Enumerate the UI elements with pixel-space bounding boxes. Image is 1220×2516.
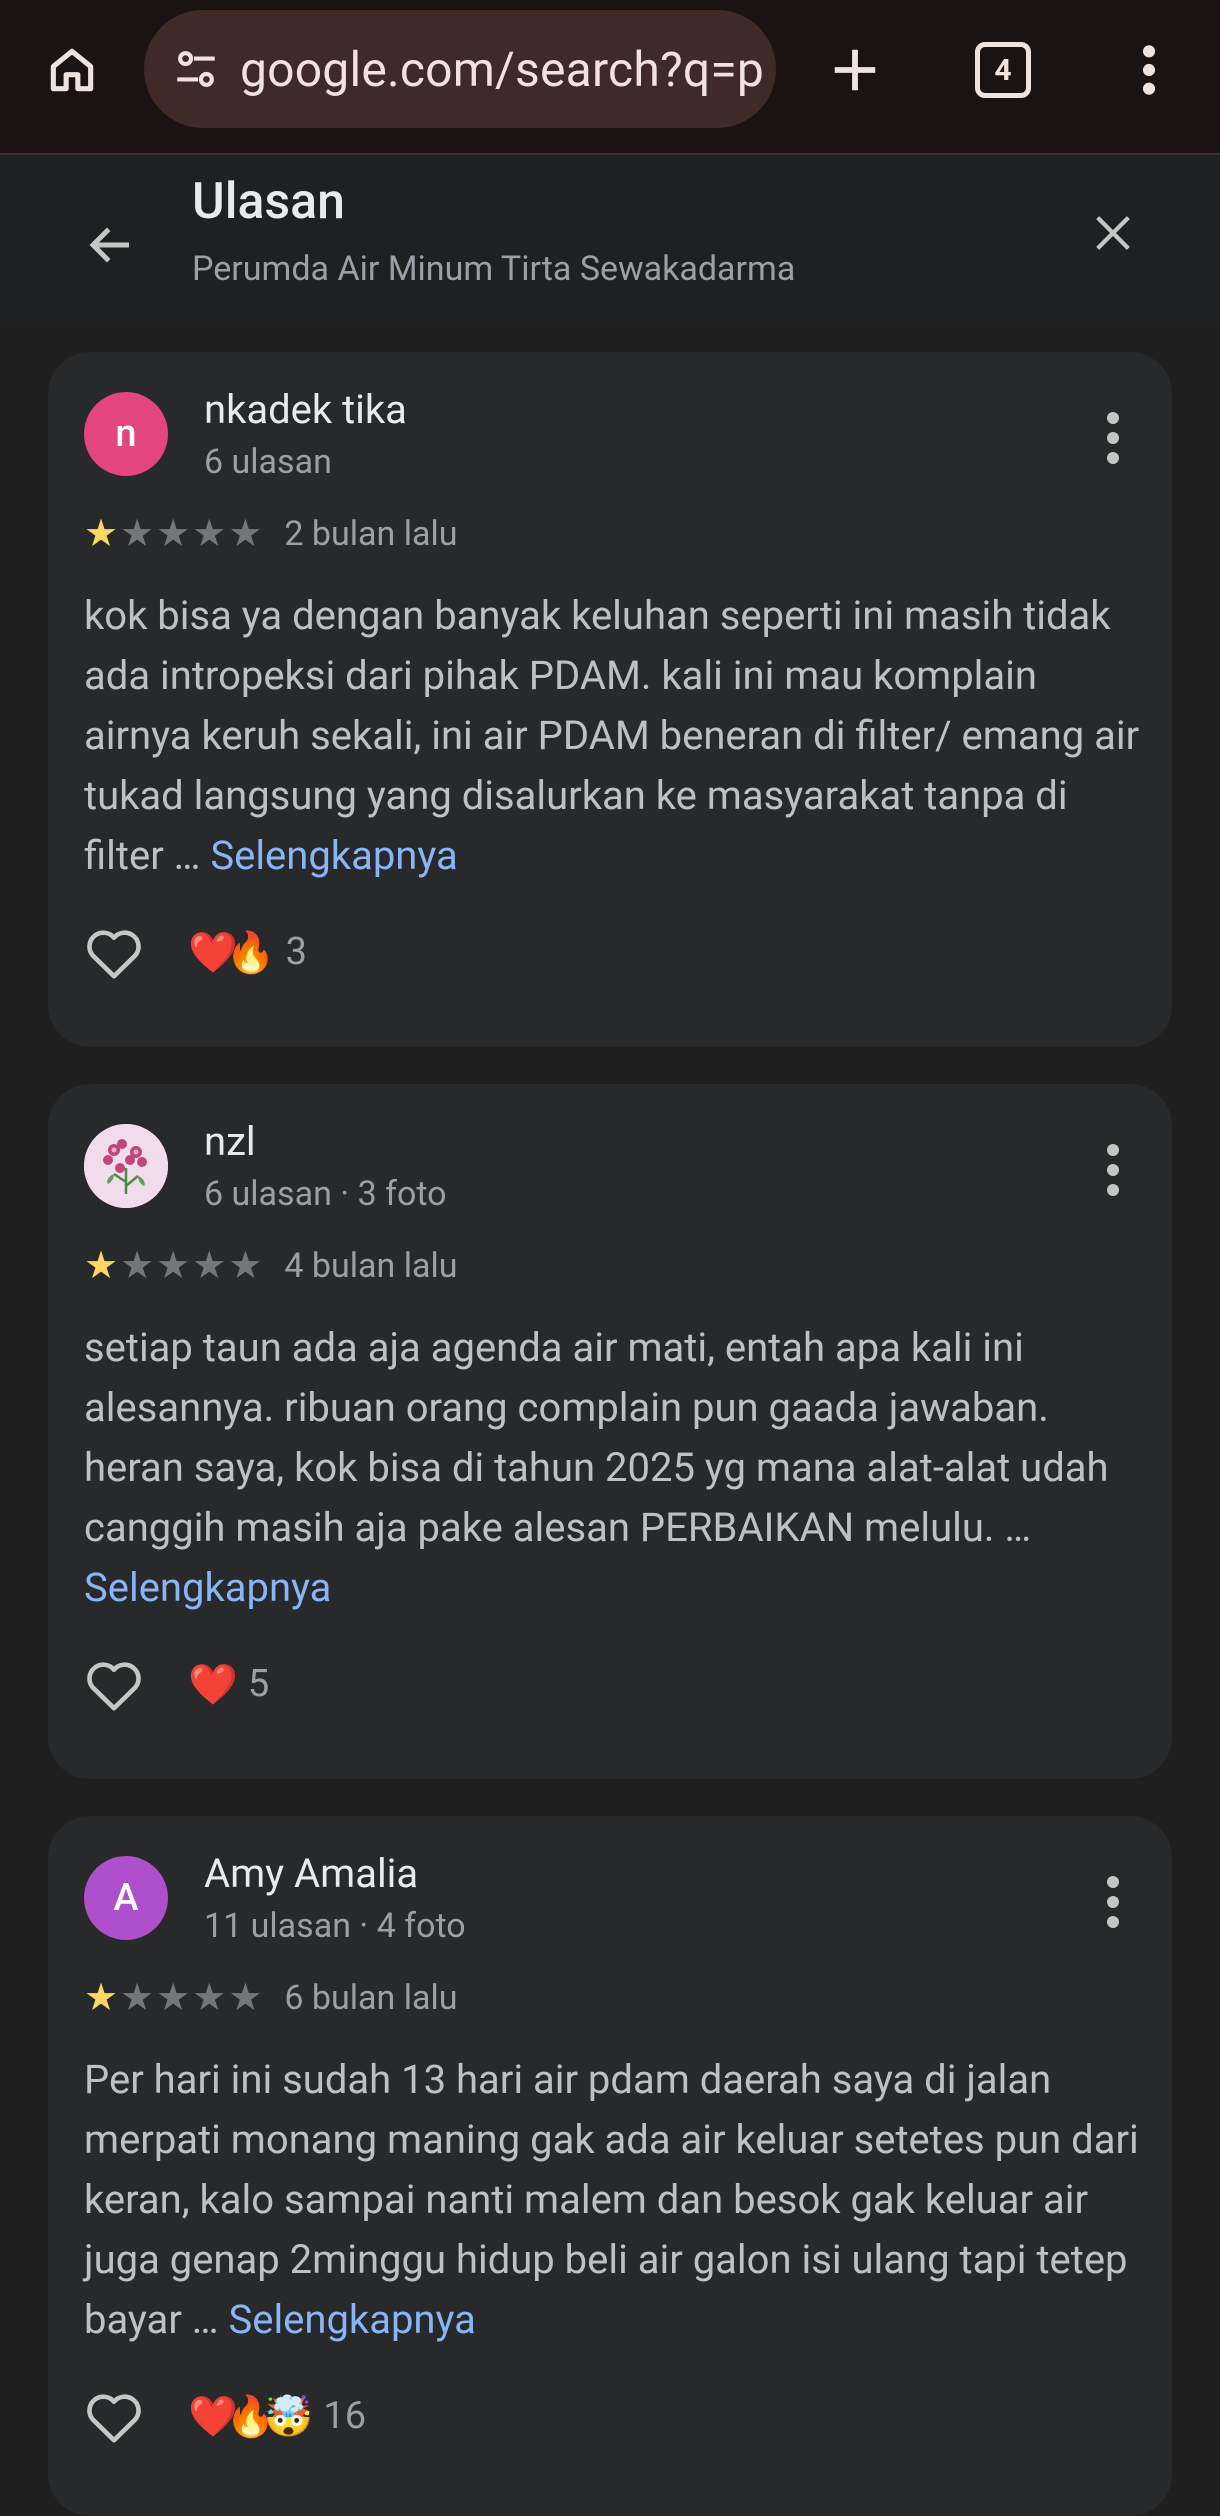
read-more-link[interactable]: Selengkapnya — [228, 2296, 475, 2343]
star-icon: ★ — [84, 1976, 119, 2020]
avatar-letter: A — [113, 1876, 139, 1920]
star-icon: ★ — [84, 1244, 119, 1288]
reviewer-meta: 6 ulasan — [204, 442, 332, 482]
reaction-count: 5 — [247, 1662, 270, 1706]
review-card: A Amy Amalia 11 ulasan · 4 foto ★ ★ ★ ★ … — [48, 1816, 1172, 2516]
reaction-row: ❤️ 5 — [82, 1654, 269, 1714]
more-options-icon[interactable] — [1098, 1872, 1128, 1932]
rating-row: ★ ★ ★ ★ ★ 4 bulan lalu — [84, 1244, 458, 1288]
reviewer-name[interactable]: nzl — [204, 1118, 256, 1165]
review-card: nzl 6 ulasan · 3 foto ★ ★ ★ ★ ★ 4 bulan … — [48, 1084, 1172, 1779]
review-card: n nkadek tika 6 ulasan ★ ★ ★ ★ ★ 2 bulan… — [48, 352, 1172, 1047]
reaction-row: ❤️🔥🤯 16 — [82, 2386, 366, 2446]
star-icon: ★ — [156, 1976, 191, 2020]
rating-row: ★ ★ ★ ★ ★ 2 bulan lalu — [84, 512, 458, 556]
star-icon: ★ — [192, 1976, 227, 2020]
star-icon: ★ — [120, 1976, 155, 2020]
reviewer-name[interactable]: Amy Amalia — [204, 1850, 418, 1897]
star-icon: ★ — [156, 1244, 191, 1288]
heart-outline-icon[interactable] — [82, 1654, 146, 1714]
star-icon: ★ — [120, 512, 155, 556]
star-icon: ★ — [156, 512, 191, 556]
star-icon: ★ — [228, 512, 263, 556]
more-options-icon[interactable] — [1098, 408, 1128, 468]
review-body: setiap taun ada aja agenda air mati, ent… — [84, 1324, 1109, 1551]
reaction-count: 16 — [323, 2394, 367, 2438]
star-icon: ★ — [192, 512, 227, 556]
rating-row: ★ ★ ★ ★ ★ 6 bulan lalu — [84, 1976, 458, 2020]
avatar[interactable]: n — [84, 392, 168, 476]
review-date: 6 bulan lalu — [284, 1978, 458, 2018]
reaction-emojis[interactable]: ❤️ — [188, 1661, 238, 1708]
star-icon: ★ — [120, 1244, 155, 1288]
url-bar[interactable]: google.com/search?q=p — [144, 10, 776, 128]
close-icon[interactable] — [1082, 197, 1144, 269]
heart-outline-icon[interactable] — [82, 2386, 146, 2446]
review-text: setiap taun ada aja agenda air mati, ent… — [84, 1318, 1144, 1618]
reviewer-meta: 6 ulasan · 3 foto — [204, 1174, 447, 1214]
avatar[interactable] — [84, 1124, 168, 1208]
star-icon: ★ — [228, 1244, 263, 1288]
panel-title: Ulasan — [192, 173, 345, 231]
reaction-emojis[interactable]: ❤️🔥🤯 — [188, 2393, 313, 2440]
star-icon: ★ — [84, 512, 119, 556]
reviewer-name[interactable]: nkadek tika — [204, 386, 407, 433]
reaction-count: 3 — [285, 930, 307, 974]
star-icon: ★ — [228, 1976, 263, 2020]
avatar-letter: n — [115, 412, 137, 456]
read-more-link[interactable]: Selengkapnya — [84, 1564, 331, 1611]
review-date: 4 bulan lalu — [284, 1246, 458, 1286]
more-vert-icon[interactable] — [1114, 30, 1184, 110]
panel-subtitle: Perumda Air Minum Tirta Sewakadarma — [192, 249, 796, 289]
reviewer-meta: 11 ulasan · 4 foto — [204, 1906, 466, 1946]
flower-avatar-icon — [84, 1124, 168, 1208]
star-rating: ★ ★ ★ ★ ★ — [84, 1246, 262, 1286]
review-text: Per hari ini sudah 13 hari air pdam daer… — [84, 2050, 1144, 2350]
read-more-link[interactable]: Selengkapnya — [210, 832, 457, 879]
browser-toolbar: google.com/search?q=p 4 — [0, 0, 1220, 155]
review-text: kok bisa ya dengan banyak keluhan sepert… — [84, 586, 1144, 886]
new-tab-icon[interactable] — [820, 30, 890, 110]
review-date: 2 bulan lalu — [284, 514, 458, 554]
star-rating: ★ ★ ★ ★ ★ — [84, 514, 262, 554]
url-text[interactable]: google.com/search?q=p — [240, 41, 764, 98]
more-options-icon[interactable] — [1098, 1140, 1128, 1200]
reaction-emojis[interactable]: ❤️🔥 — [188, 929, 276, 976]
back-arrow-icon[interactable] — [76, 210, 146, 280]
star-icon: ★ — [192, 1244, 227, 1288]
reaction-row: ❤️🔥 3 — [82, 922, 307, 982]
reviews-header: Ulasan Perumda Air Minum Tirta Sewakadar… — [0, 155, 1220, 325]
heart-outline-icon[interactable] — [82, 922, 146, 982]
tab-switcher-button[interactable]: 4 — [968, 30, 1038, 110]
avatar[interactable]: A — [84, 1856, 168, 1940]
home-icon[interactable] — [36, 30, 108, 110]
tab-count: 4 — [975, 42, 1031, 98]
site-settings-icon[interactable] — [166, 44, 226, 94]
star-rating: ★ ★ ★ ★ ★ — [84, 1978, 262, 2018]
